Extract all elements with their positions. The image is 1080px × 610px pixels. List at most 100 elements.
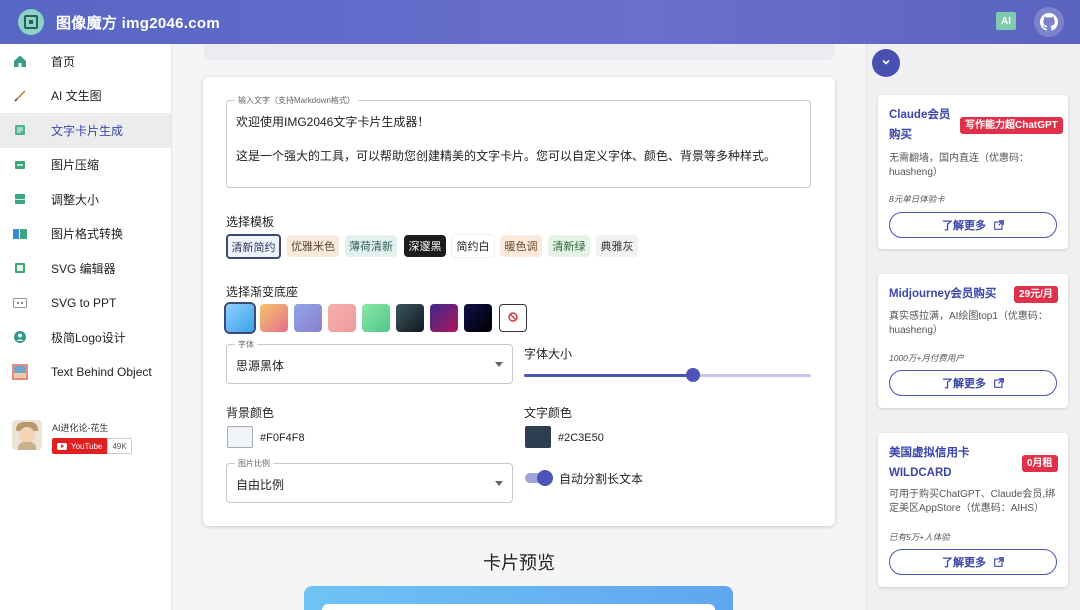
template-chip-elegant-gray[interactable]: 典雅灰 bbox=[596, 235, 638, 257]
gradient-swatch-sunset[interactable] bbox=[260, 304, 288, 332]
collapse-ads-button[interactable] bbox=[872, 49, 900, 77]
template-chip-elegant-beige[interactable]: 优雅米色 bbox=[287, 235, 339, 257]
learn-more-label: 了解更多 bbox=[942, 378, 986, 390]
gradient-section-label: 选择渐变底座 bbox=[226, 285, 299, 299]
ad-title[interactable]: Claude会员购买 bbox=[889, 105, 959, 145]
sidebar-item-home[interactable]: 首页 bbox=[0, 44, 171, 79]
template-chip-fresh-simple[interactable]: 清新简约 bbox=[226, 234, 281, 259]
ad-description: 无需翻墙，国内直连（优惠码：huasheng） bbox=[889, 153, 1029, 178]
auto-split-toggle-thumb[interactable] bbox=[537, 470, 553, 486]
editor-card: 输入文字（支持Markdown格式） 欢迎使用IMG2046文字卡片生成器！ 这… bbox=[203, 77, 835, 526]
learn-more-label: 了解更多 bbox=[942, 557, 986, 569]
bg-color-swatch[interactable] bbox=[227, 426, 253, 448]
text-input-field[interactable]: 输入文字（支持Markdown格式） 欢迎使用IMG2046文字卡片生成器！ 这… bbox=[226, 95, 811, 188]
text-input-label: 输入文字（支持Markdown格式） bbox=[235, 95, 358, 106]
site-title[interactable]: 图像魔方 img2046.com bbox=[56, 12, 220, 33]
learn-more-button[interactable]: 了解更多 bbox=[889, 370, 1057, 396]
template-chip-warm-tone[interactable]: 暖色调 bbox=[500, 235, 542, 257]
resize-icon bbox=[12, 191, 28, 207]
sidebar-item-text-card[interactable]: 文字卡片生成 bbox=[0, 113, 171, 148]
ratio-select[interactable]: 图片比例 自由比例 bbox=[226, 458, 513, 503]
avatar[interactable] bbox=[12, 420, 42, 450]
text-input-line-1[interactable]: 欢迎使用IMG2046文字卡片生成器！ bbox=[236, 113, 429, 130]
ppt-icon bbox=[12, 295, 28, 311]
bg-color-label: 背景颜色 bbox=[226, 406, 275, 420]
ad-description: 真实感拉满，AI绘图top1（优惠码：huasheng） bbox=[889, 311, 1048, 336]
sidebar-item-label: Text Behind Object bbox=[51, 364, 152, 379]
ad-meta: 1000万+月付费用户 bbox=[889, 353, 964, 363]
sidebar-item-svg-to-ppt[interactable]: SVG to PPT bbox=[0, 286, 171, 321]
template-chip-fresh-green[interactable]: 清新绿 bbox=[548, 235, 590, 257]
sidebar-item-label: 调整大小 bbox=[51, 192, 100, 207]
gradient-swatch-purple-magenta[interactable] bbox=[430, 304, 458, 332]
learn-more-button[interactable]: 了解更多 bbox=[889, 549, 1057, 575]
sidebar-item-text-behind-object[interactable]: Text Behind Object bbox=[0, 355, 171, 390]
preview-title: 卡片预览 bbox=[483, 553, 555, 573]
template-section-label: 选择模板 bbox=[226, 215, 275, 229]
sidebar-item-label: 极简Logo设计 bbox=[51, 330, 126, 345]
auto-split-toggle[interactable] bbox=[525, 470, 553, 486]
ad-card-midjourney: Midjourney会员购买 29元/月 真实感拉满，AI绘图top1（优惠码：… bbox=[878, 274, 1068, 408]
learn-more-button[interactable]: 了解更多 bbox=[889, 212, 1057, 238]
font-size-slider-fill bbox=[524, 374, 694, 377]
github-icon[interactable] bbox=[1034, 7, 1064, 37]
crop-frame-icon[interactable] bbox=[18, 9, 44, 35]
sidebar-item-format-convert[interactable]: 图片格式转换 bbox=[0, 217, 171, 252]
youtube-subscribe[interactable]: YouTube 49K bbox=[52, 438, 132, 454]
gradient-swatch-green[interactable] bbox=[362, 304, 390, 332]
text-input-line-2[interactable]: 这是一个强大的工具，可以帮助您创建精美的文字卡片。您可以自定义字体、颜色、背景等… bbox=[236, 147, 776, 164]
ad-meta: 8元单日体验卡 bbox=[889, 194, 945, 204]
preview-card bbox=[304, 586, 733, 610]
font-size-slider[interactable] bbox=[524, 368, 811, 382]
chevron-down-icon bbox=[881, 54, 891, 72]
sidebar: 首页 AI 文生图 文字卡片生成 图片压缩 调整大小 图片格式转换 SVG 编辑… bbox=[0, 44, 172, 610]
font-select-value: 思源黑体 bbox=[236, 359, 285, 373]
ad-title[interactable]: 美国虚拟信用卡WILDCARD bbox=[889, 443, 989, 483]
youtube-button[interactable]: YouTube bbox=[52, 438, 108, 454]
sidebar-item-ai-text-to-image[interactable]: AI 文生图 bbox=[0, 79, 171, 114]
external-link-icon bbox=[994, 557, 1004, 567]
sidebar-item-logo-design[interactable]: 极简Logo设计 bbox=[0, 320, 171, 355]
ad-badge: 29元/月 bbox=[1014, 286, 1058, 303]
gradient-swatch-lavender[interactable] bbox=[294, 304, 322, 332]
youtube-label: YouTube bbox=[71, 441, 103, 451]
image-layer-icon bbox=[12, 363, 28, 380]
no-gradient-icon bbox=[508, 309, 518, 327]
compress-icon bbox=[12, 157, 28, 173]
sidebar-item-svg-editor[interactable]: SVG 编辑器 bbox=[0, 251, 171, 286]
gradient-swatch-slate[interactable] bbox=[396, 304, 424, 332]
external-link-icon bbox=[994, 378, 1004, 388]
ad-card-claude: Claude会员购买 写作能力超ChatGPT 无需翻墙，国内直连（优惠码：hu… bbox=[878, 95, 1068, 249]
gradient-swatch-midnight[interactable] bbox=[464, 304, 492, 332]
bg-color-value: #F0F4F8 bbox=[260, 432, 305, 444]
sidebar-item-label: SVG 编辑器 bbox=[51, 261, 116, 276]
previous-section-edge bbox=[204, 44, 834, 60]
chevron-down-icon bbox=[495, 362, 503, 367]
text-color-swatch[interactable] bbox=[525, 426, 551, 448]
font-select[interactable]: 字体 思源黑体 bbox=[226, 339, 513, 384]
sidebar-item-resize[interactable]: 调整大小 bbox=[0, 182, 171, 217]
gradient-swatch-blue[interactable] bbox=[226, 304, 254, 332]
preview-card-content bbox=[322, 604, 715, 610]
text-color-value: #2C3E50 bbox=[558, 432, 604, 444]
ad-badge: 写作能力超ChatGPT bbox=[960, 117, 1063, 134]
template-chip-deep-black[interactable]: 深邃黑 bbox=[404, 235, 446, 257]
font-size-slider-thumb[interactable] bbox=[686, 368, 701, 382]
ad-meta: 已有5万+人体验 bbox=[889, 532, 950, 542]
home-icon bbox=[12, 53, 28, 69]
template-chip-simple-white[interactable]: 简约白 bbox=[452, 235, 494, 257]
gradient-swatch-pink[interactable] bbox=[328, 304, 356, 332]
svg-editor-icon bbox=[12, 260, 28, 276]
author-name: AI进化论-花生 bbox=[52, 423, 109, 433]
font-select-label: 字体 bbox=[235, 339, 257, 350]
logo-design-icon bbox=[12, 329, 28, 345]
ratio-select-label: 图片比例 bbox=[235, 458, 273, 469]
font-size-label: 字体大小 bbox=[524, 347, 573, 361]
sidebar-item-label: 首页 bbox=[51, 54, 76, 69]
gradient-swatch-none[interactable] bbox=[499, 304, 527, 332]
pencil-icon bbox=[12, 88, 28, 104]
sidebar-item-compress[interactable]: 图片压缩 bbox=[0, 148, 171, 183]
ad-title[interactable]: Midjourney会员购买 bbox=[889, 284, 996, 304]
template-chip-mint-fresh[interactable]: 薄荷清新 bbox=[345, 235, 397, 257]
ai-badge-icon[interactable]: AI bbox=[996, 12, 1016, 30]
